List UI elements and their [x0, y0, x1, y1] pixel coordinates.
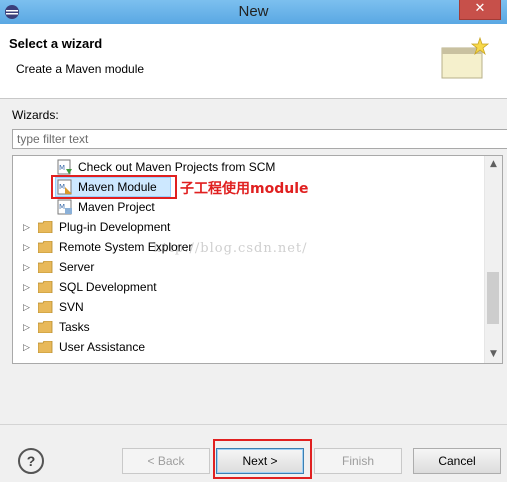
footer-divider	[0, 424, 507, 425]
folder-icon	[38, 301, 53, 313]
wizard-banner-icon	[441, 36, 490, 79]
scroll-thumb[interactable]	[487, 272, 499, 324]
header-title: Select a wizard	[9, 36, 103, 51]
maven-module-icon: M	[57, 179, 72, 195]
maven-checkout-icon: M	[57, 159, 72, 175]
filter-input[interactable]	[12, 129, 507, 149]
tree-item-remote-system-explorer[interactable]: ▷ Remote System Explorer	[13, 237, 483, 257]
expand-arrow-icon[interactable]: ▷	[23, 242, 33, 252]
tree-item-label: Maven Module	[78, 180, 157, 194]
header-description: Create a Maven module	[16, 62, 145, 76]
tree-item-label: Server	[59, 260, 95, 274]
folder-icon	[38, 221, 53, 233]
expand-arrow-icon[interactable]: ▷	[23, 302, 33, 312]
tree-item-user-assistance[interactable]: ▷ User Assistance	[13, 337, 483, 357]
tree-item-server[interactable]: ▷ Server	[13, 257, 483, 277]
tree-item-label: SQL Development	[59, 280, 157, 294]
wizard-tree: http://blog.csdn.net/ M Check out Maven …	[12, 155, 503, 364]
expand-arrow-icon[interactable]: ▷	[23, 222, 33, 232]
tree-item-plugin-development[interactable]: ▷ Plug-in Development	[13, 217, 483, 237]
cancel-button[interactable]: Cancel	[413, 448, 501, 474]
wizard-header: Select a wizard Create a Maven module	[0, 24, 507, 99]
folder-icon	[38, 341, 53, 353]
folder-icon	[38, 241, 53, 253]
finish-button[interactable]: Finish	[314, 448, 402, 474]
expand-arrow-icon[interactable]: ▷	[23, 262, 33, 272]
folder-icon	[38, 261, 53, 273]
svg-text:M: M	[59, 183, 65, 191]
svg-text:M: M	[59, 203, 65, 211]
expand-arrow-icon[interactable]: ▷	[23, 282, 33, 292]
maven-project-icon: M	[57, 199, 72, 215]
tree-item-checkout-maven[interactable]: M Check out Maven Projects from SCM	[13, 157, 483, 177]
tree-item-label: SVN	[59, 300, 84, 314]
tree-item-label: Maven Project	[78, 200, 155, 214]
folder-icon	[38, 281, 53, 293]
annotation-text: 子工程使用module	[180, 181, 309, 197]
expand-arrow-icon[interactable]: ▷	[23, 322, 33, 332]
tree-item-label: Plug-in Development	[59, 220, 171, 234]
title-bar: New ✕	[0, 0, 507, 24]
back-button[interactable]: < Back	[122, 448, 210, 474]
wizard-dialog: New ✕ Select a wizard Create a Maven mod…	[0, 0, 507, 482]
tree-item-label: Check out Maven Projects from SCM	[78, 160, 276, 174]
tree-item-label: Tasks	[59, 320, 90, 334]
vertical-scrollbar[interactable]: ▲ ▼	[484, 156, 502, 363]
tree-item-label: User Assistance	[59, 340, 146, 354]
tree-item-label: Remote System Explorer	[59, 240, 193, 254]
tree-item-svn[interactable]: ▷ SVN	[13, 297, 483, 317]
help-icon[interactable]: ?	[18, 448, 44, 474]
wizards-label: Wizards:	[12, 108, 59, 122]
scroll-down-arrow-icon[interactable]: ▼	[485, 346, 502, 363]
expand-arrow-icon[interactable]: ▷	[23, 342, 33, 352]
window-title: New	[238, 3, 269, 20]
tree-item-maven-project[interactable]: M Maven Project	[13, 197, 483, 217]
svg-text:M: M	[59, 164, 65, 172]
folder-icon	[38, 321, 53, 333]
close-button[interactable]: ✕	[459, 0, 501, 20]
tree-item-sql-development[interactable]: ▷ SQL Development	[13, 277, 483, 297]
scroll-up-arrow-icon[interactable]: ▲	[485, 156, 502, 173]
highlight-box-next	[213, 439, 312, 479]
tree-item-tasks[interactable]: ▷ Tasks	[13, 317, 483, 337]
